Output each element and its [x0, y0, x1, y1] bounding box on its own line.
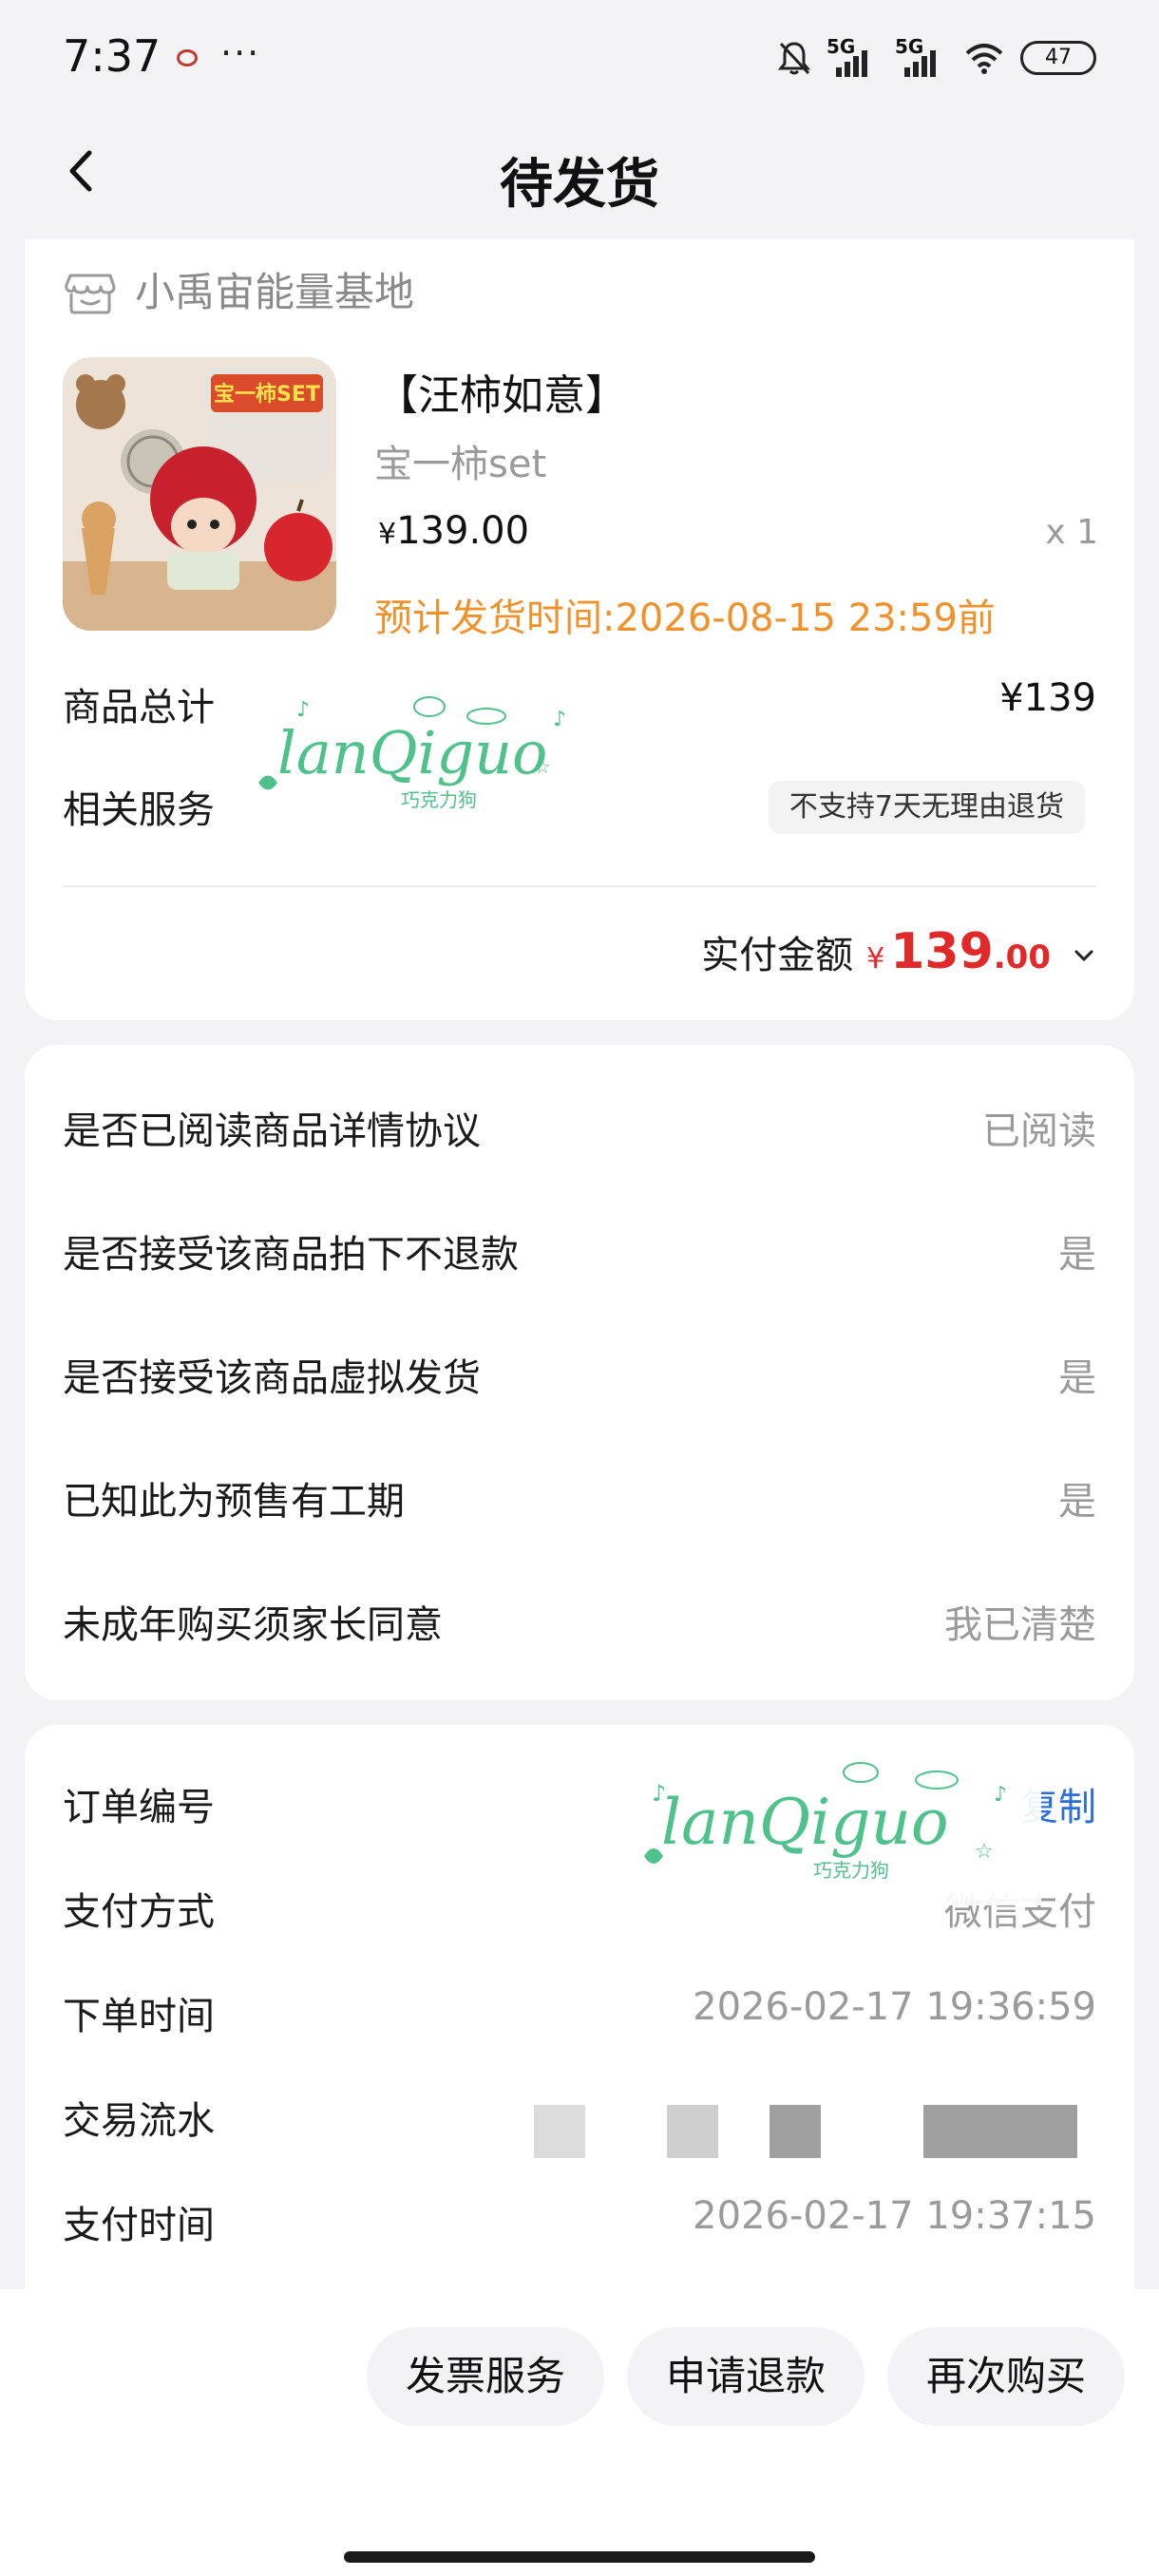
product-title: 【汪柿如意】 [376, 371, 627, 420]
order-info-card: 订单编号 复制 支付方式 微信支付 下单时间 2026-02-17 19:36:… [25, 1725, 1134, 2314]
order-time-value: 2026-02-17 19:36:59 [693, 1985, 1096, 2029]
chevron-down-icon[interactable] [1072, 943, 1096, 968]
agreement-label-no-refund: 是否接受该商品拍下不退款 [63, 1233, 519, 1277]
agreement-value-presale: 是 [1058, 1480, 1096, 1524]
paid-amount-row[interactable]: 实付金额 ¥ 139 .00 [701, 923, 1096, 980]
home-indicator[interactable] [344, 2551, 815, 2563]
paid-currency: ¥ [866, 942, 885, 975]
agreement-card: 是否已阅读商品详情协议 已阅读 是否接受该商品拍下不退款 是 是否接受该商品虚拟… [25, 1045, 1134, 1700]
estimated-ship-time: 预计发货时间:2026-08-15 23:59前 [374, 597, 996, 640]
svg-text:♪: ♪ [994, 1783, 1007, 1807]
wifi-icon [965, 44, 1003, 74]
invoice-service-button[interactable]: 发票服务 [367, 2327, 604, 2426]
copy-order-button[interactable]: 复制 [1020, 1776, 1096, 1831]
mute-bell-icon [777, 42, 811, 75]
svg-text:♪: ♪ [296, 698, 310, 722]
service-badge: 不支持7天无理由退货 [768, 781, 1085, 834]
agreement-value-virtual-ship: 是 [1058, 1356, 1096, 1400]
watermark-logo: lanQiguo 巧克力狗 ♪ ♪ ☆ [258, 696, 566, 811]
notification-app-icon [177, 49, 198, 66]
product-quantity: x 1 [1045, 513, 1098, 552]
store-icon [65, 274, 116, 313]
pay-time-value: 2026-02-17 19:37:15 [693, 2194, 1096, 2238]
service-label: 相关服务 [63, 788, 215, 832]
request-refund-button[interactable]: 申请退款 [627, 2327, 864, 2426]
transaction-label: 交易流水 [63, 2099, 215, 2143]
product-card: 小禹宙能量基地 宝一柿SET 【汪柿如意】 宝一柿set ¥139.00 x 1… [25, 239, 1134, 1020]
shop-name: 小禹宙能量基地 [135, 269, 415, 315]
product-thumbnail-illustration: 宝一柿SET [63, 357, 336, 631]
product-image[interactable]: 宝一柿SET [63, 357, 336, 631]
agreement-label-minor: 未成年购买须家长同意 [63, 1603, 443, 1647]
paid-integer: 139 [890, 923, 994, 980]
signal-5g-icon: 5G [826, 35, 880, 77]
signal-5g-icon-2: 5G [895, 35, 948, 77]
svg-text:♪: ♪ [553, 708, 566, 731]
pay-time-label: 支付时间 [63, 2204, 215, 2247]
price-currency: ¥ [378, 518, 397, 551]
agreement-value-no-refund: 是 [1058, 1233, 1096, 1277]
agreement-value-minor: 我已清楚 [944, 1603, 1096, 1647]
watermark-subtext: 巧克力狗 [401, 788, 477, 811]
svg-text:☆: ☆ [975, 1840, 994, 1864]
page-header: 待发货 [0, 128, 1159, 216]
product-banner-text: 宝一柿SET [214, 382, 320, 407]
watermark-text-2: lanQiguo [661, 1786, 949, 1859]
redacted-block [923, 2105, 1077, 2158]
svg-text:♪: ♪ [652, 1780, 666, 1807]
redacted-block [667, 2105, 718, 2158]
price-amount: 139.00 [396, 509, 530, 553]
page-title: 待发货 [500, 154, 659, 216]
redacted-block [534, 2105, 585, 2158]
agreement-value-read: 已阅读 [982, 1109, 1096, 1153]
total-value: ¥139 [999, 676, 1096, 720]
status-time: 7:37 [63, 30, 162, 82]
order-time-label: 下单时间 [63, 1995, 215, 2038]
watermark-text: lanQiguo [277, 718, 547, 787]
product-price: ¥139.00 [378, 509, 529, 553]
divider [63, 885, 1096, 887]
watermark-subtext-2: 巧克力狗 [813, 1859, 889, 1882]
paid-amount: ¥ 139 .00 [866, 923, 1051, 980]
status-bar: 7:37 ··· 5G 5G 47 [0, 0, 1159, 114]
buy-again-button[interactable]: 再次购买 [887, 2327, 1125, 2426]
agreement-label-read: 是否已阅读商品详情协议 [63, 1109, 481, 1153]
paid-decimal: .00 [993, 938, 1051, 976]
total-label: 商品总计 [63, 686, 215, 729]
status-icons: 5G 5G 47 [777, 34, 1096, 82]
payment-method-value: 微信支付 [944, 1890, 1096, 1934]
order-number-label: 订单编号 [63, 1786, 215, 1829]
shop-row[interactable]: 小禹宙能量基地 [63, 260, 414, 318]
agreement-label-presale: 已知此为预售有工期 [63, 1480, 405, 1524]
payment-method-label: 支付方式 [63, 1890, 215, 1934]
product-sku: 宝一柿set [374, 443, 547, 486]
svg-text:☆: ☆ [534, 755, 551, 778]
redacted-block [770, 2105, 821, 2158]
battery-indicator: 47 [1020, 41, 1096, 75]
agreement-label-virtual-ship: 是否接受该商品虚拟发货 [63, 1356, 481, 1400]
paid-label: 实付金额 [701, 934, 854, 977]
bottom-action-bar: 发票服务 申请退款 再次购买 [0, 2289, 1159, 2576]
more-notifications-icon: ··· [220, 32, 261, 74]
